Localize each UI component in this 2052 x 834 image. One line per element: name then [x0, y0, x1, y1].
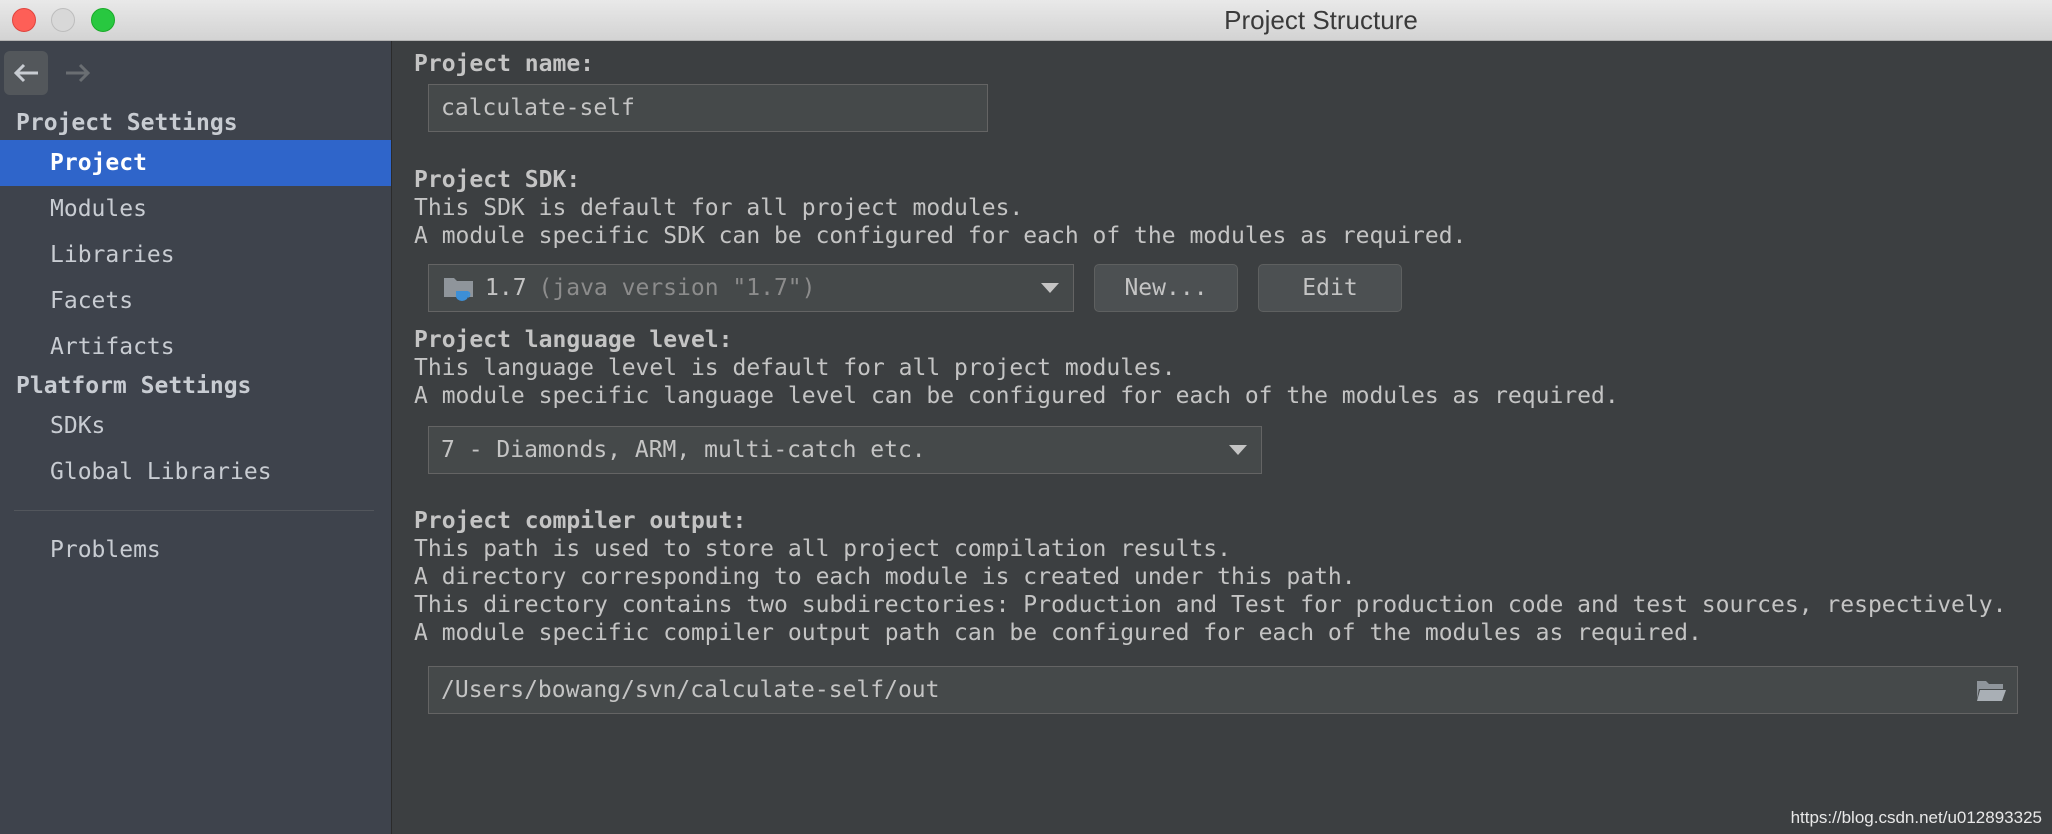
platform-settings-heading: Platform Settings — [16, 373, 252, 399]
chevron-down-icon — [1229, 445, 1247, 455]
sidebar-item-label: Libraries — [50, 242, 175, 268]
sidebar: Project Settings Project Modules Librari… — [0, 41, 392, 834]
compiler-output-description-4: A module specific compiler output path c… — [414, 620, 1702, 646]
project-name-value: calculate-self — [441, 95, 635, 121]
sidebar-item-problems[interactable]: Problems — [0, 527, 391, 573]
edit-sdk-button[interactable]: Edit — [1258, 264, 1402, 312]
project-name-label: Project name: — [414, 51, 595, 77]
sidebar-divider — [14, 510, 374, 511]
jdk-folder-icon — [444, 278, 473, 301]
new-sdk-button[interactable]: New... — [1094, 264, 1238, 312]
sidebar-item-sdks[interactable]: SDKs — [0, 403, 391, 449]
back-button[interactable] — [4, 51, 48, 95]
sidebar-item-label: Problems — [50, 537, 161, 563]
title-bar: Project Structure — [0, 0, 2052, 41]
sidebar-item-artifacts[interactable]: Artifacts — [0, 324, 391, 370]
sdk-description-1: This SDK is default for all project modu… — [414, 195, 1024, 221]
sidebar-item-label: Facets — [50, 288, 134, 314]
open-folder-icon[interactable] — [1975, 677, 2007, 703]
sdk-version: 1.7 — [485, 275, 527, 301]
compiler-output-description-1: This path is used to store all project c… — [414, 536, 1231, 562]
project-settings-heading: Project Settings — [16, 110, 238, 136]
compiler-output-label: Project compiler output: — [414, 508, 747, 534]
sidebar-item-label: Modules — [50, 196, 147, 222]
sdk-version-description: (java version "1.7") — [538, 275, 816, 301]
sidebar-item-label: SDKs — [50, 413, 106, 439]
language-level-description-2: A module specific language level can be … — [414, 383, 1619, 409]
project-name-input[interactable]: calculate-self — [428, 84, 988, 132]
sidebar-item-project[interactable]: Project — [0, 140, 391, 186]
sidebar-item-label: Project — [50, 150, 147, 176]
sidebar-item-label: Artifacts — [50, 334, 175, 360]
sidebar-item-label: Global Libraries — [50, 459, 272, 485]
language-level-label: Project language level: — [414, 327, 733, 353]
compiler-output-path-value: /Users/bowang/svn/calculate-self/out — [441, 677, 940, 703]
forward-button[interactable] — [56, 51, 100, 95]
arrow-right-icon — [66, 63, 91, 83]
chevron-down-icon — [1041, 283, 1059, 293]
project-settings-panel: Project name: calculate-self Project SDK… — [393, 41, 2052, 834]
sidebar-item-modules[interactable]: Modules — [0, 186, 391, 232]
arrow-left-icon — [13, 63, 38, 83]
sdk-select[interactable]: 1.7 (java version "1.7") — [428, 264, 1074, 312]
sidebar-item-facets[interactable]: Facets — [0, 278, 391, 324]
language-level-value: 7 - Diamonds, ARM, multi-catch etc. — [441, 437, 926, 463]
language-level-select[interactable]: 7 - Diamonds, ARM, multi-catch etc. — [428, 426, 1262, 474]
compiler-output-description-3: This directory contains two subdirectori… — [414, 592, 2007, 618]
sidebar-item-global-libraries[interactable]: Global Libraries — [0, 449, 391, 495]
watermark: https://blog.csdn.net/u012893325 — [1790, 808, 2042, 827]
window-title: Project Structure — [1224, 5, 1418, 35]
compiler-output-path-input[interactable]: /Users/bowang/svn/calculate-self/out — [428, 666, 2018, 714]
compiler-output-description-2: A directory corresponding to each module… — [414, 564, 1356, 590]
sidebar-item-libraries[interactable]: Libraries — [0, 232, 391, 278]
project-sdk-label: Project SDK: — [414, 167, 581, 193]
language-level-description-1: This language level is default for all p… — [414, 355, 1176, 381]
sdk-description-2: A module specific SDK can be configured … — [414, 223, 1467, 249]
